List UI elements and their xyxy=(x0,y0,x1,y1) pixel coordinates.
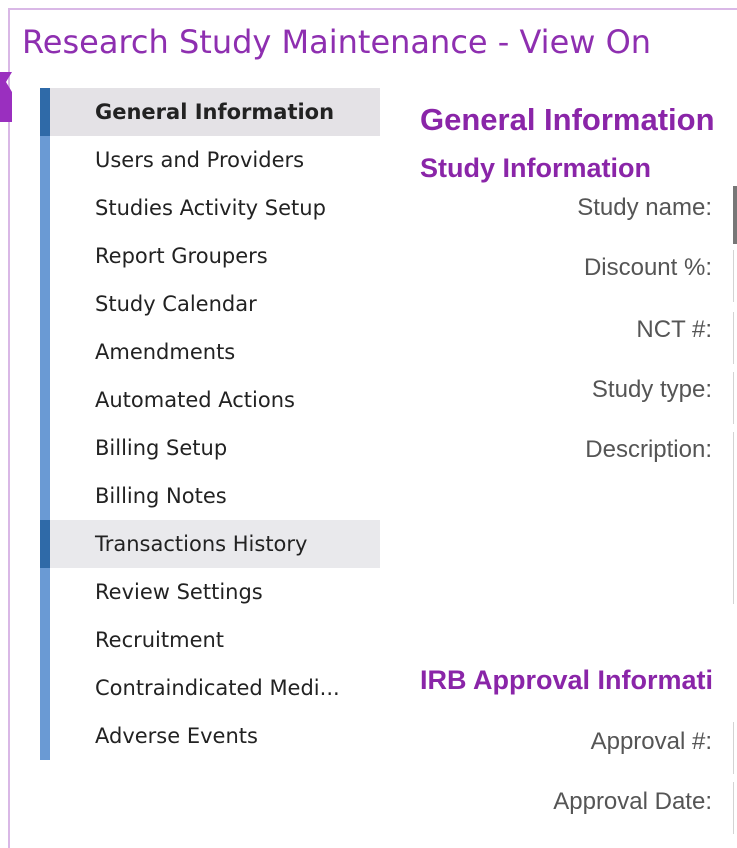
section-title-study-information: Study Information xyxy=(420,153,651,183)
sidebar-item-recruitment[interactable]: Recruitment xyxy=(40,616,380,664)
sidebar-item-review-settings[interactable]: Review Settings xyxy=(40,568,380,616)
sidebar-nav: General Information Users and Providers … xyxy=(40,88,380,760)
discount-label: Discount %: xyxy=(583,254,712,281)
sidebar-item-studies-activity-setup[interactable]: Studies Activity Setup xyxy=(40,184,380,232)
study-type-select[interactable] xyxy=(733,372,737,424)
sidebar-item-billing-setup[interactable]: Billing Setup xyxy=(40,424,380,472)
sidebar-item-contraindicated-medications[interactable]: Contraindicated Medi... xyxy=(40,664,380,712)
description-label: Description: xyxy=(585,436,712,463)
chevron-left-icon xyxy=(0,72,12,122)
approval-number-label: Approval #: xyxy=(590,728,712,755)
description-textarea[interactable] xyxy=(733,432,737,604)
study-type-label: Study type: xyxy=(591,376,712,403)
sidebar-item-adverse-events[interactable]: Adverse Events xyxy=(40,712,380,760)
page-title: General Information xyxy=(420,102,715,137)
section-title-irb-approval: IRB Approval Informati xyxy=(420,665,714,695)
sidebar-item-users-and-providers[interactable]: Users and Providers xyxy=(40,136,380,184)
collapse-sidebar-handle[interactable] xyxy=(0,72,12,122)
sidebar-item-billing-notes[interactable]: Billing Notes xyxy=(40,472,380,520)
study-name-input[interactable] xyxy=(733,186,737,244)
sidebar-item-transactions-history[interactable]: Transactions History xyxy=(40,520,380,568)
approval-number-input[interactable] xyxy=(733,722,737,774)
sidebar-item-automated-actions[interactable]: Automated Actions xyxy=(40,376,380,424)
nct-label: NCT #: xyxy=(636,316,712,343)
sidebar-item-general-information[interactable]: General Information xyxy=(40,88,380,136)
discount-input[interactable] xyxy=(733,250,737,302)
window-title: Research Study Maintenance - View On xyxy=(22,23,652,61)
sidebar-item-report-groupers[interactable]: Report Groupers xyxy=(40,232,380,280)
study-name-label: Study name: xyxy=(577,194,712,221)
sidebar-item-amendments[interactable]: Amendments xyxy=(40,328,380,376)
approval-date-label: Approval Date: xyxy=(553,788,712,815)
nct-input[interactable] xyxy=(733,312,737,364)
approval-date-input[interactable] xyxy=(733,782,737,834)
sidebar-item-study-calendar[interactable]: Study Calendar xyxy=(40,280,380,328)
